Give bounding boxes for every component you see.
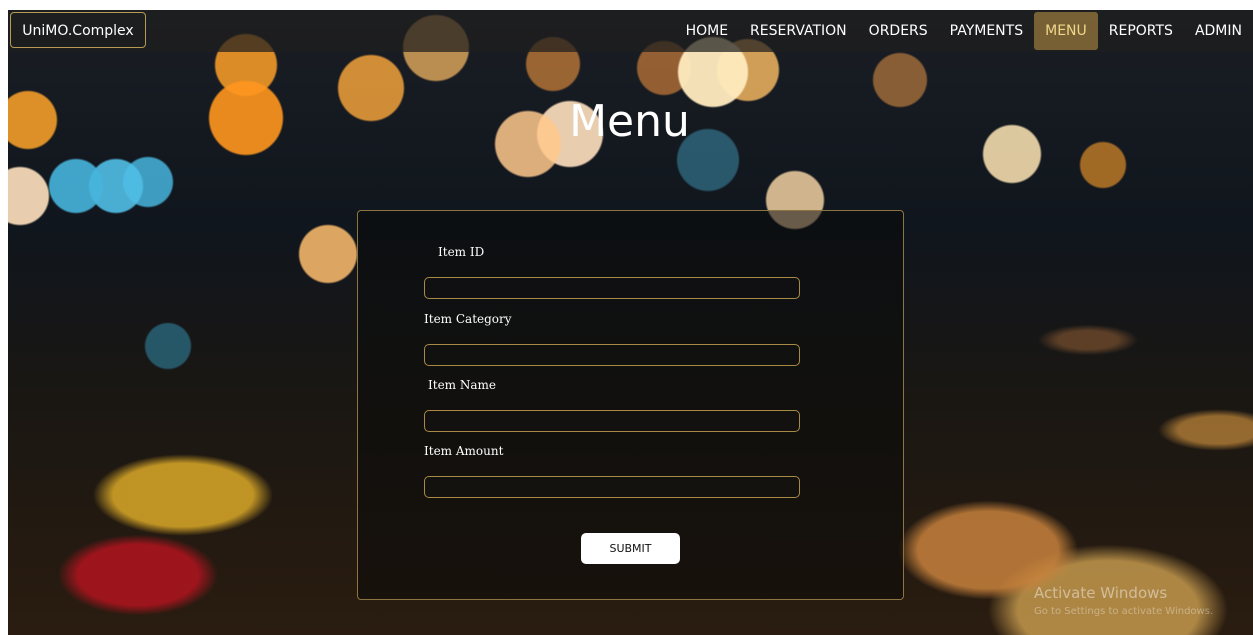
top-navbar: UniMO.Complex HOME RESERVATION ORDERS PA… [8, 10, 1253, 52]
nav-item-payments[interactable]: PAYMENTS [939, 12, 1034, 50]
activate-windows-title: Activate Windows [1034, 584, 1168, 602]
item-amount-input[interactable] [424, 476, 800, 498]
main-nav: HOME RESERVATION ORDERS PAYMENTS MENU RE… [675, 12, 1253, 50]
item-category-input[interactable] [424, 344, 800, 366]
activate-windows-subtitle: Go to Settings to activate Windows. [1034, 606, 1214, 617]
submit-button[interactable]: SUBMIT [581, 533, 680, 564]
item-name-input[interactable] [424, 410, 800, 432]
nav-item-reservation[interactable]: RESERVATION [739, 12, 858, 50]
page-title: Menu [569, 96, 690, 147]
nav-item-orders[interactable]: ORDERS [858, 12, 939, 50]
nav-item-admin[interactable]: ADMIN [1184, 12, 1253, 50]
menu-form: Item ID Item Category Item Name Item Amo… [357, 210, 904, 600]
item-id-input[interactable] [424, 277, 800, 299]
app-window: UniMO.Complex HOME RESERVATION ORDERS PA… [8, 10, 1253, 635]
nav-item-home[interactable]: HOME [675, 12, 739, 50]
brand-logo[interactable]: UniMO.Complex [10, 12, 146, 48]
item-category-label: Item Category [424, 312, 512, 326]
nav-item-menu[interactable]: MENU [1034, 12, 1098, 50]
nav-item-reports[interactable]: REPORTS [1098, 12, 1184, 50]
item-name-label: Item Name [428, 378, 496, 392]
item-id-label: Item ID [438, 245, 485, 259]
item-amount-label: Item Amount [424, 444, 504, 458]
